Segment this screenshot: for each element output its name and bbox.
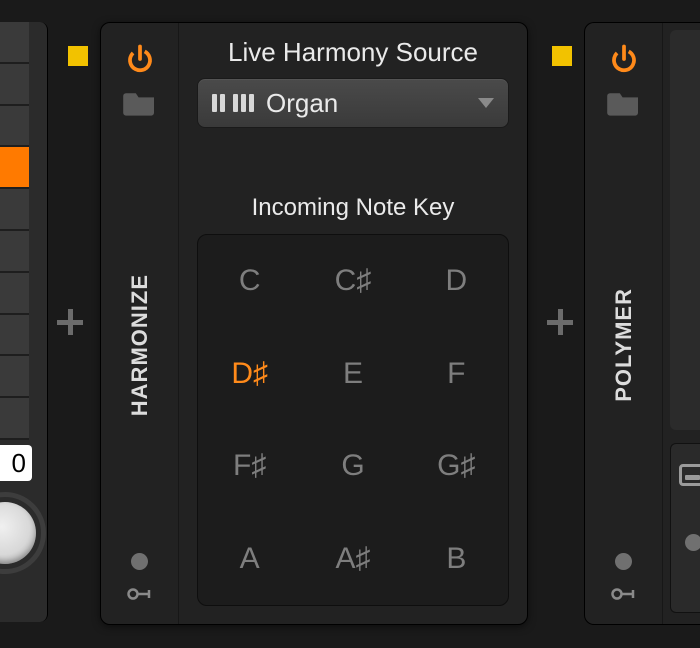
- note-key-D[interactable]: D: [405, 235, 508, 328]
- modulation-out-icon[interactable]: [611, 584, 637, 604]
- note-key-B[interactable]: B: [405, 513, 508, 606]
- device-inset: [670, 30, 700, 430]
- panel-title: Live Harmony Source: [197, 37, 509, 68]
- device-polymer: POLYMER: [584, 22, 700, 625]
- chevron-down-icon: [478, 98, 494, 108]
- remote-control-icon[interactable]: [685, 534, 700, 551]
- expand-view-button[interactable]: [679, 464, 700, 486]
- note-key-Fsharp[interactable]: F♯: [198, 420, 301, 513]
- note-key-C[interactable]: C: [198, 235, 301, 328]
- device-main-panel: Live Harmony Source Organ Incoming Note …: [179, 23, 527, 624]
- folder-icon: [607, 89, 641, 117]
- indicator-square: [68, 46, 88, 66]
- level-value[interactable]: 0: [0, 445, 32, 481]
- remote-control-icon[interactable]: [131, 553, 148, 570]
- note-key-G[interactable]: G: [301, 420, 404, 513]
- device-harmonize: HARMONIZE Live Harmony Source Organ: [100, 22, 528, 625]
- device-body: [663, 23, 700, 624]
- section-title: Incoming Note Key: [197, 194, 509, 222]
- note-key-A[interactable]: A: [198, 513, 301, 606]
- dropdown-value: Organ: [266, 88, 466, 119]
- add-device-button[interactable]: [55, 307, 85, 337]
- harmony-source-dropdown[interactable]: Organ: [197, 78, 509, 128]
- device-name-label: POLYMER: [611, 276, 637, 402]
- left-device-panel: 0: [0, 22, 48, 622]
- remote-control-icon[interactable]: [615, 553, 632, 570]
- note-key-grid: CC♯D D♯EF F♯GG♯ AA♯B: [197, 234, 509, 606]
- device-expand-panel: [670, 443, 700, 613]
- note-key-Gsharp[interactable]: G♯: [405, 420, 508, 513]
- folder-icon: [123, 89, 157, 117]
- note-key-Dsharp[interactable]: D♯: [198, 328, 301, 421]
- keyboard-icon: [212, 94, 254, 112]
- knob[interactable]: [0, 492, 46, 574]
- device-header-column: HARMONIZE: [101, 23, 179, 624]
- indicator-square: [552, 46, 572, 66]
- power-icon: [609, 44, 639, 74]
- preset-folder-button[interactable]: [601, 81, 647, 125]
- note-key-Asharp[interactable]: A♯: [301, 513, 404, 606]
- note-key-Csharp[interactable]: C♯: [301, 235, 404, 328]
- note-key-E[interactable]: E: [301, 328, 404, 421]
- preset-folder-button[interactable]: [117, 81, 163, 125]
- modulation-out-icon[interactable]: [127, 584, 153, 604]
- power-button[interactable]: [601, 37, 647, 81]
- level-slider[interactable]: [0, 22, 29, 440]
- device-name-label: HARMONIZE: [127, 262, 153, 416]
- device-header-column: POLYMER: [585, 23, 663, 624]
- add-device-button[interactable]: [545, 307, 575, 337]
- power-button[interactable]: [117, 37, 163, 81]
- note-key-F[interactable]: F: [405, 328, 508, 421]
- power-icon: [125, 44, 155, 74]
